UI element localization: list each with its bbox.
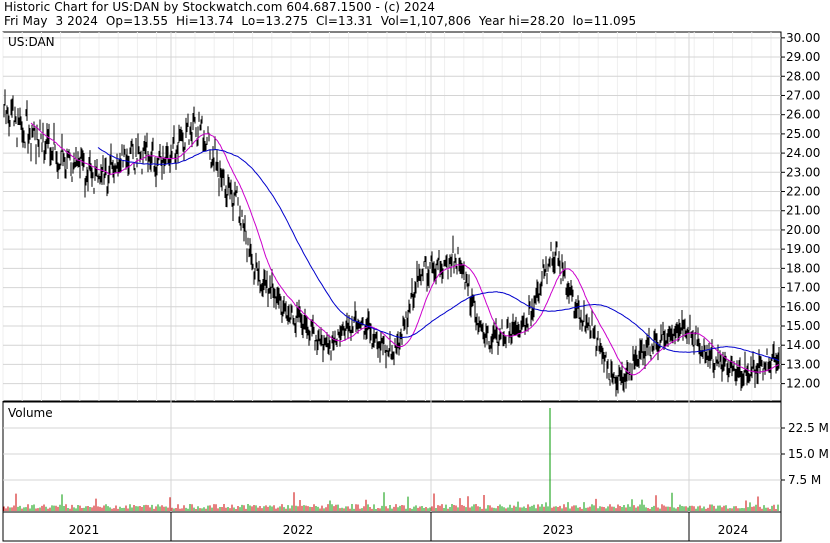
- price-tick-label: 21.00: [786, 204, 820, 218]
- year-label: 2023: [543, 523, 574, 537]
- price-tick-label: 25.00: [786, 127, 820, 141]
- price-tick-label: 23.00: [786, 165, 820, 179]
- year-label: 2022: [283, 523, 314, 537]
- price-volume-chart: 30.00 29.00 28.00 27.00 26.00 25.00 24.00 23.00…: [2, 31, 829, 542]
- year-label: 2021: [69, 523, 100, 537]
- volume-panel: [2, 401, 782, 513]
- price-tick-label: 16.00: [786, 300, 820, 314]
- price-tick-label: 27.00: [786, 88, 820, 102]
- chart-window: Historic Chart for US:DAN by Stockwatch.…: [0, 0, 830, 543]
- price-tick-label: 15.00: [786, 319, 820, 333]
- price-tick-label: 19.00: [786, 242, 820, 256]
- price-tick-label: 30.00: [786, 31, 820, 45]
- price-tick-label: 12.00: [786, 377, 820, 391]
- price-tick-label: 26.00: [786, 108, 820, 122]
- price-tick-label: 24.00: [786, 146, 820, 160]
- volume-tick-label: 15.0 M: [788, 447, 829, 461]
- year-label: 2024: [718, 523, 749, 537]
- volume-tick-label: 22.5 M: [788, 421, 829, 435]
- price-tick-label: 28.00: [786, 69, 820, 83]
- price-tick-label: 17.00: [786, 281, 820, 295]
- price-tick-label: 20.00: [786, 223, 820, 237]
- volume-label: Volume: [8, 406, 53, 420]
- price-tick-label: 14.00: [786, 338, 820, 352]
- symbol-label: US:DAN: [8, 35, 55, 49]
- volume-tick-label: 7.5 M: [788, 473, 821, 487]
- date-axis: [2, 511, 782, 542]
- price-tick-label: 18.00: [786, 261, 820, 275]
- price-tick-label: 13.00: [786, 357, 820, 371]
- price-tick-label: 22.00: [786, 185, 820, 199]
- price-tick-label: 29.00: [786, 50, 820, 64]
